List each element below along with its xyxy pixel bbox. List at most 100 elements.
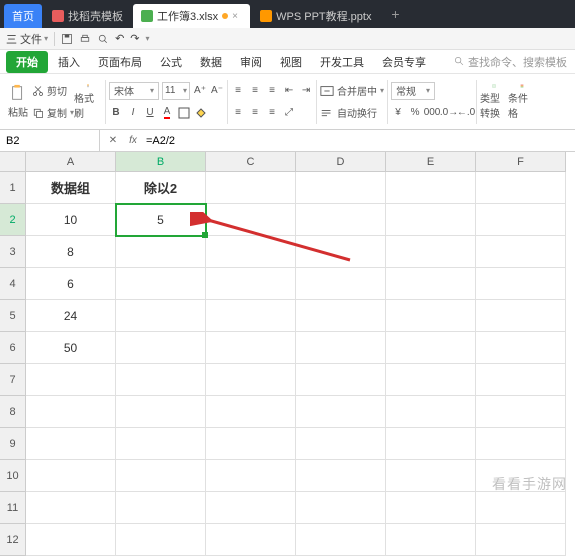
paste-button[interactable]: 粘贴 [4,84,32,120]
cell-A12[interactable] [26,524,116,556]
tab-templates[interactable]: 找稻壳模板 [44,4,131,28]
indent-dec-button[interactable]: ⇤ [282,84,296,98]
cell-B1[interactable]: 除以2 [116,172,206,204]
cell-A1[interactable]: 数据组 [26,172,116,204]
cell-F6[interactable] [476,332,566,364]
inc-decimal-button[interactable]: .0→ [442,106,456,120]
cell-A4[interactable]: 6 [26,268,116,300]
file-menu[interactable]: 三 文件▾ [6,31,48,47]
row-header[interactable]: 8 [0,396,26,428]
comma-button[interactable]: 000 [425,106,439,120]
row-header[interactable]: 12 [0,524,26,556]
cell-B4[interactable] [116,268,206,300]
tab-member[interactable]: 会员专享 [374,50,434,74]
tab-view[interactable]: 视图 [272,50,310,74]
dec-decimal-button[interactable]: ←.0 [459,106,473,120]
cell-E12[interactable] [386,524,476,556]
cell-D2[interactable] [296,204,386,236]
print-button[interactable] [79,33,91,45]
cell-F3[interactable] [476,236,566,268]
cell-D5[interactable] [296,300,386,332]
align-bottom-button[interactable]: ≡ [265,84,279,98]
cell-E3[interactable] [386,236,476,268]
border-button[interactable] [177,106,191,120]
cell-A3[interactable]: 8 [26,236,116,268]
cell-D8[interactable] [296,396,386,428]
wrap-button[interactable]: 自动换行 [320,103,384,123]
row-header[interactable]: 3 [0,236,26,268]
fill-color-button[interactable] [194,106,208,120]
select-all-corner[interactable] [0,152,26,172]
cell-B5[interactable] [116,300,206,332]
cell-D3[interactable] [296,236,386,268]
italic-button[interactable]: I [126,106,140,120]
cell-C3[interactable] [206,236,296,268]
font-size-select[interactable]: 11▾ [162,82,190,100]
tab-data[interactable]: 数据 [192,50,230,74]
cell-B2[interactable]: 5 [116,204,206,236]
cut-button[interactable]: 剪切 [32,81,74,101]
cell-E5[interactable] [386,300,476,332]
decrease-font-button[interactable]: A⁻ [210,84,224,98]
new-tab-button[interactable]: + [385,4,405,24]
tab-home[interactable]: 首页 [4,4,42,28]
cell-C4[interactable] [206,268,296,300]
redo-button[interactable]: ↷ [130,32,139,45]
cell-B3[interactable] [116,236,206,268]
tab-devtools[interactable]: 开发工具 [312,50,372,74]
cell-E7[interactable] [386,364,476,396]
cell-B6[interactable] [116,332,206,364]
cell-A6[interactable]: 50 [26,332,116,364]
align-center-button[interactable]: ≡ [248,106,262,120]
percent-button[interactable]: % [408,106,422,120]
cell-C11[interactable] [206,492,296,524]
cell-E11[interactable] [386,492,476,524]
cell-F9[interactable] [476,428,566,460]
tab-insert[interactable]: 插入 [50,50,88,74]
align-top-button[interactable]: ≡ [231,84,245,98]
cell-C12[interactable] [206,524,296,556]
cell-F5[interactable] [476,300,566,332]
cell-D11[interactable] [296,492,386,524]
tab-pagelayout[interactable]: 页面布局 [90,50,150,74]
number-format-select[interactable]: 常规▾ [391,82,435,100]
name-box[interactable]: B2 [0,130,100,151]
chevron-down-icon[interactable]: ▾ [146,34,150,43]
tab-ppt[interactable]: WPS PPT教程.pptx [252,4,379,28]
cell-E9[interactable] [386,428,476,460]
indent-inc-button[interactable]: ⇥ [299,84,313,98]
cell-C1[interactable] [206,172,296,204]
save-button[interactable] [61,33,73,45]
column-header[interactable]: D [296,152,386,172]
tab-workbook[interactable]: 工作簿3.xlsx× [133,4,250,28]
cell-A2[interactable]: 10 [26,204,116,236]
undo-button[interactable]: ↶ [115,32,124,45]
cell-D6[interactable] [296,332,386,364]
tab-formula[interactable]: 公式 [152,50,190,74]
fx-button[interactable]: fx [126,134,140,148]
cell-E4[interactable] [386,268,476,300]
cell-B7[interactable] [116,364,206,396]
cell-A11[interactable] [26,492,116,524]
align-middle-button[interactable]: ≡ [248,84,262,98]
cell-F2[interactable] [476,204,566,236]
merge-button[interactable]: 合并居中▾ [320,81,384,101]
cell-C8[interactable] [206,396,296,428]
row-header[interactable]: 7 [0,364,26,396]
cell-F7[interactable] [476,364,566,396]
underline-button[interactable]: U [143,106,157,120]
cell-B8[interactable] [116,396,206,428]
column-header[interactable]: F [476,152,566,172]
format-painter-button[interactable]: 格式刷 [74,84,102,120]
cell-C6[interactable] [206,332,296,364]
cell-C7[interactable] [206,364,296,396]
row-header[interactable]: 5 [0,300,26,332]
increase-font-button[interactable]: A⁺ [193,84,207,98]
cell-A9[interactable] [26,428,116,460]
row-header[interactable]: 6 [0,332,26,364]
cell-B12[interactable] [116,524,206,556]
align-left-button[interactable]: ≡ [231,106,245,120]
column-header[interactable]: B [116,152,206,172]
cell-D9[interactable] [296,428,386,460]
column-header[interactable]: A [26,152,116,172]
